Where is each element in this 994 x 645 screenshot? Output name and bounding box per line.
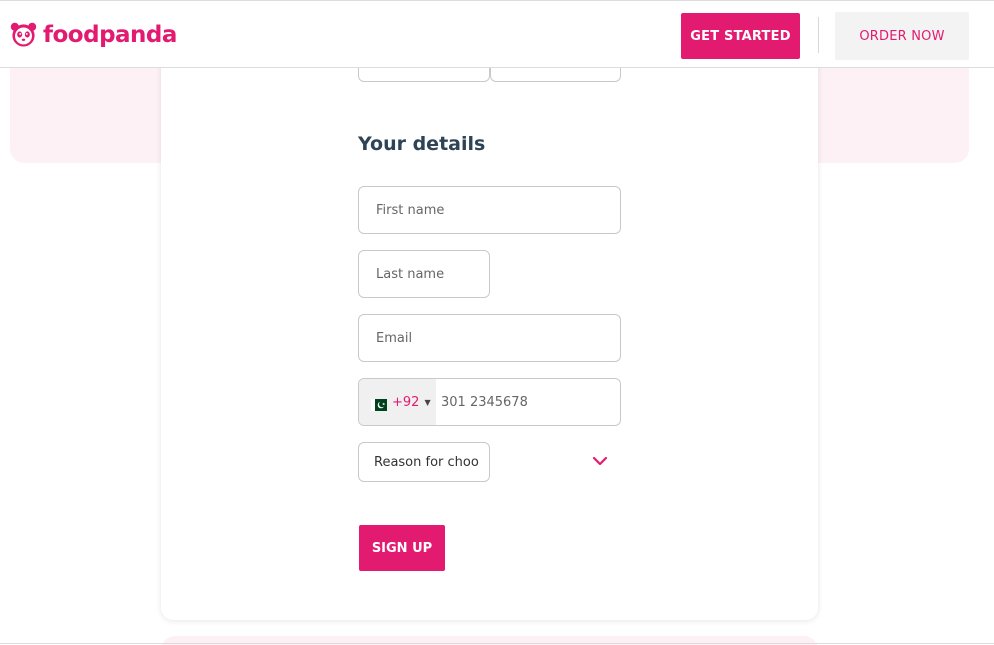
reason-select[interactable]: Reason for choo: [358, 442, 490, 482]
get-started-button[interactable]: GET STARTED: [681, 13, 800, 59]
phone-field: +92 ▼: [358, 378, 621, 426]
sign-up-button[interactable]: SIGN UP: [359, 525, 445, 571]
pakistan-flag-icon: [371, 396, 387, 411]
caret-down-icon: ▼: [424, 397, 431, 407]
page: Your details +92 ▼ Reason for choo SIGN …: [0, 0, 994, 645]
phone-input[interactable]: [436, 379, 620, 425]
foodpanda-logo[interactable]: foodpanda: [10, 21, 177, 48]
logo-text: foodpanda: [43, 21, 177, 48]
last-name-input[interactable]: [358, 250, 490, 298]
panda-logo-icon: [10, 22, 37, 47]
chevron-down-icon[interactable]: [592, 455, 608, 467]
first-name-input[interactable]: [358, 186, 621, 234]
top-header: foodpanda GET STARTED ORDER NOW: [0, 0, 994, 68]
reason-select-label: Reason for choo: [374, 454, 479, 470]
your-details-heading: Your details: [358, 133, 486, 155]
order-now-button[interactable]: ORDER NOW: [835, 12, 969, 60]
bottom-divider: [0, 643, 994, 644]
dial-code: +92: [392, 394, 420, 410]
email-input[interactable]: [358, 314, 621, 362]
country-code-select[interactable]: +92 ▼: [359, 379, 436, 425]
header-divider: [818, 17, 819, 53]
